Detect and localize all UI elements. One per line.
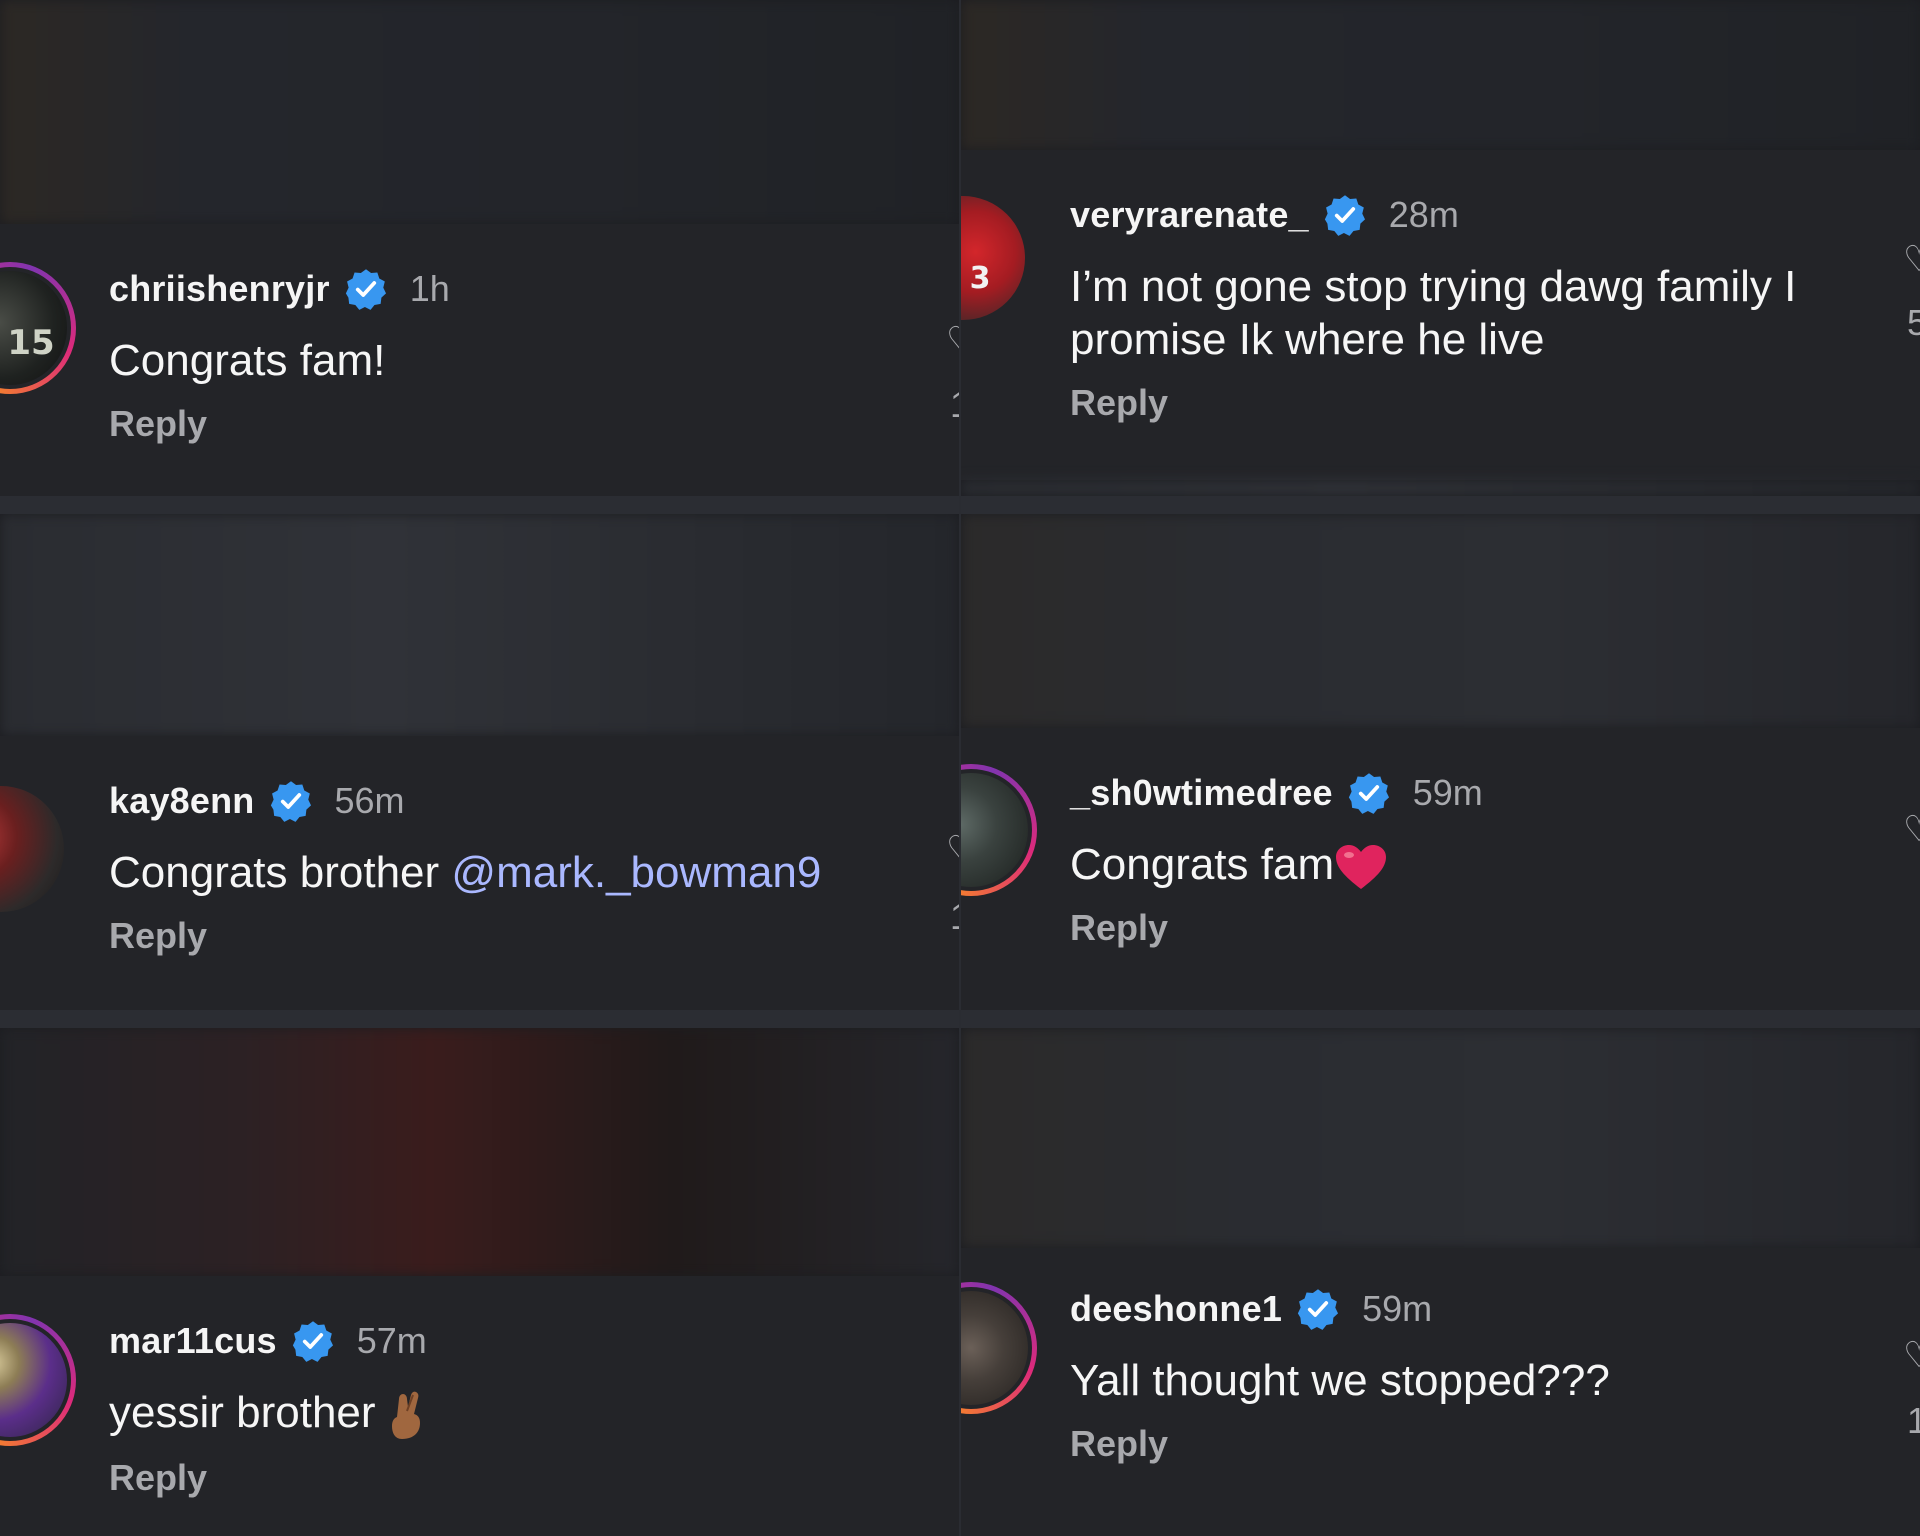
comment-item: 3 veryrarenate_ 28m I’m not gone stop tr…	[961, 150, 1920, 480]
blurred-background	[961, 0, 1920, 150]
comment-text: Congrats fam	[1070, 838, 1880, 891]
like-heart-icon[interactable]: ♡	[1903, 808, 1920, 850]
reply-button[interactable]: Reply	[1070, 907, 1880, 949]
reply-button[interactable]: Reply	[109, 1457, 919, 1499]
avatar[interactable]	[0, 786, 64, 912]
comment-panel-deeshonne1: deeshonne1 59m Yall thought we stopped??…	[961, 1028, 1920, 1536]
avatar-jersey-number: 3	[969, 260, 991, 296]
avatar-jersey-number: 15	[7, 323, 55, 363]
reply-button[interactable]: Reply	[1070, 1423, 1880, 1465]
verified-badge-icon	[1324, 195, 1365, 236]
timestamp: 56m	[334, 780, 405, 821]
username[interactable]: veryrarenate_	[1070, 194, 1309, 236]
crossed-fingers-emoji-icon	[391, 1392, 420, 1440]
blurred-background	[961, 480, 1920, 496]
like-count: 1	[950, 384, 959, 426]
username[interactable]: _sh0wtimedree	[1070, 772, 1333, 814]
comment-panel-veryrarenate: 3 veryrarenate_ 28m I’m not gone stop tr…	[961, 0, 1920, 496]
like-count: 1	[1907, 1400, 1920, 1441]
reply-button[interactable]: Reply	[109, 915, 919, 957]
verified-badge-icon	[345, 269, 386, 310]
like-count: 1	[950, 896, 959, 938]
comment-item: kay8enn 56m Congrats brother @mark._bowm…	[0, 736, 959, 1010]
comment-item: _sh0wtimedree 59m Congrats fam Reply ♡	[961, 728, 1920, 1010]
comment-item: 15 chriishenryjr 1h Congrats fam! Reply …	[0, 224, 959, 496]
comment-item: deeshonne1 59m Yall thought we stopped??…	[961, 1248, 1920, 1536]
like-count: 5	[1907, 302, 1920, 343]
reply-button[interactable]: Reply	[1070, 382, 1880, 424]
like-heart-icon[interactable]: ♡	[946, 319, 959, 361]
comment-text: Congrats brother @mark._bowman9	[109, 846, 919, 899]
comment-panel-chriishenryjr: 15 chriishenryjr 1h Congrats fam! Reply …	[0, 0, 959, 496]
like-heart-icon[interactable]: ♡	[1903, 1334, 1920, 1376]
avatar[interactable]	[0, 1314, 76, 1446]
verified-badge-icon	[270, 781, 311, 822]
comment-text-line-1: I’m not gone stop trying dawg family I	[1070, 262, 1797, 311]
verified-badge-icon	[292, 1321, 333, 1362]
comment-text-plain: Congrats fam	[1070, 840, 1335, 889]
username[interactable]: mar11cus	[109, 1320, 277, 1362]
avatar[interactable]	[961, 1282, 1037, 1414]
blurred-background	[0, 1028, 959, 1276]
comment-panel-kay8enn: kay8enn 56m Congrats brother @mark._bowm…	[0, 514, 959, 1010]
comment-text: I’m not gone stop trying dawg family I p…	[1070, 260, 1880, 366]
heart-emoji-icon	[1336, 845, 1387, 890]
username[interactable]: deeshonne1	[1070, 1288, 1282, 1330]
comment-text: Yall thought we stopped???	[1070, 1356, 1610, 1405]
like-heart-icon[interactable]: ♡	[946, 828, 959, 870]
blurred-background	[961, 514, 1920, 728]
verified-badge-icon	[1348, 773, 1389, 814]
like-heart-icon[interactable]: ♡	[1903, 238, 1920, 280]
comment-text-plain: yessir brother	[109, 1388, 388, 1437]
comment-panel-sh0wtimedree: _sh0wtimedree 59m Congrats fam Reply ♡	[961, 514, 1920, 1010]
blurred-background	[961, 1028, 1920, 1248]
blurred-background	[0, 514, 959, 736]
username[interactable]: chriishenryjr	[109, 268, 330, 310]
avatar[interactable]: 15	[0, 262, 76, 394]
comment-panel-mar11cus: mar11cus 57m yessir brother Reply	[0, 1028, 959, 1536]
blurred-background	[0, 0, 959, 224]
comment-text: yessir brother	[109, 1386, 919, 1441]
avatar[interactable]	[961, 764, 1037, 896]
timestamp: 28m	[1388, 194, 1459, 235]
mention-link[interactable]: @mark._bowman9	[451, 848, 821, 897]
timestamp: 59m	[1412, 772, 1483, 813]
username[interactable]: kay8enn	[109, 780, 255, 822]
timestamp: 1h	[409, 268, 450, 309]
comment-text-line-2: promise Ik where he live	[1070, 315, 1545, 364]
avatar[interactable]: 3	[961, 196, 1025, 320]
comment-text: Congrats fam!	[109, 336, 386, 385]
reply-button[interactable]: Reply	[109, 403, 919, 445]
comment-item: mar11cus 57m yessir brother Reply	[0, 1276, 959, 1536]
comment-text-plain: Congrats brother	[109, 848, 452, 897]
verified-badge-icon	[1297, 1289, 1339, 1330]
timestamp: 59m	[1362, 1288, 1433, 1329]
timestamp: 57m	[356, 1320, 427, 1361]
